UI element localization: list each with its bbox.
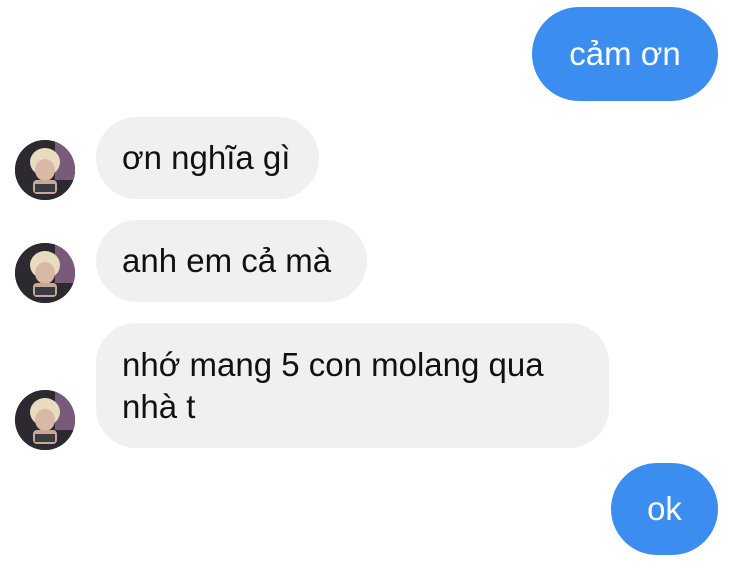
message-text: anh em cả mà <box>122 242 332 279</box>
avatar-photo-icon <box>15 140 75 200</box>
contact-avatar[interactable] <box>15 243 75 303</box>
message-text: ơn nghĩa gì <box>122 139 291 176</box>
contact-avatar[interactable] <box>15 140 75 200</box>
message-text: nhớ mang 5 con molang qua nhà t <box>122 345 544 425</box>
avatar-photo-icon <box>15 243 75 303</box>
outgoing-message-bubble[interactable]: ok <box>611 463 718 555</box>
outgoing-message-bubble[interactable]: cảm ơn <box>532 7 718 101</box>
contact-avatar[interactable] <box>15 390 75 450</box>
incoming-message-bubble[interactable]: anh em cả mà <box>96 220 367 302</box>
message-text: cảm ơn <box>569 35 681 72</box>
incoming-message-bubble[interactable]: nhớ mang 5 con molang qua nhà t <box>96 323 609 448</box>
avatar-photo-icon <box>15 390 75 450</box>
message-text: ok <box>647 490 682 527</box>
incoming-message-bubble[interactable]: ơn nghĩa gì <box>96 117 319 199</box>
